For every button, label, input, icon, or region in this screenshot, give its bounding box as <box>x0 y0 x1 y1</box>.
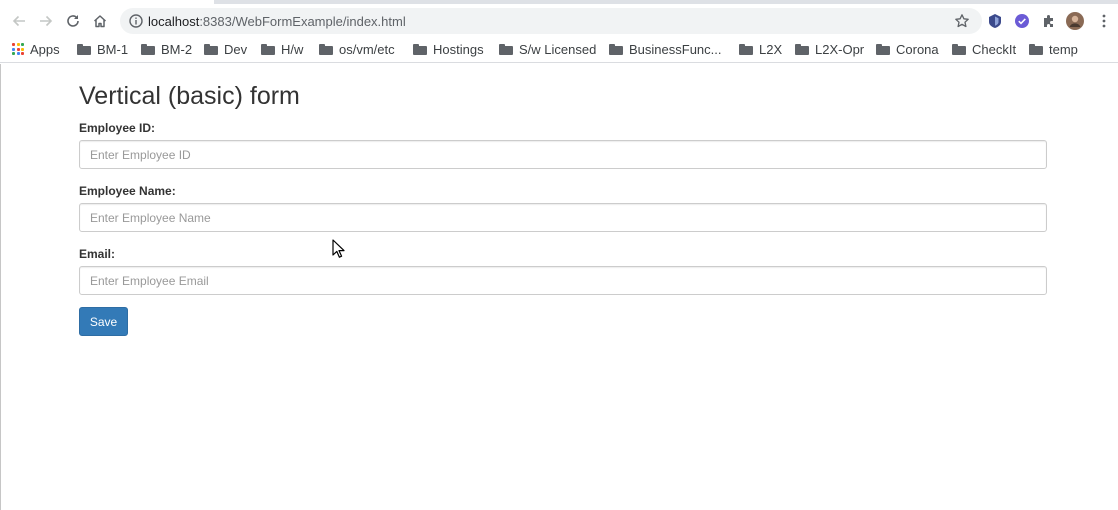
page-content: Vertical (basic) form Employee ID: Emplo… <box>0 64 1118 510</box>
email-input[interactable] <box>79 266 1047 295</box>
home-icon[interactable] <box>88 9 112 33</box>
bookmark-apps[interactable]: Apps <box>12 40 60 58</box>
bookmark-folder[interactable]: Dev <box>204 40 247 58</box>
bookmark-folder[interactable]: BusinessFunc... <box>609 40 722 58</box>
folder-icon <box>204 43 218 55</box>
email-label: Email: <box>79 247 116 261</box>
bookmark-folder[interactable]: L2X <box>739 40 782 58</box>
employee-name-input[interactable] <box>79 203 1047 232</box>
employee-name-label: Employee Name: <box>79 184 176 198</box>
bookmark-label: Corona <box>896 41 939 57</box>
url-text: localhost:8383/WebFormExample/index.html <box>148 14 406 29</box>
employee-id-label: Employee ID: <box>79 121 156 135</box>
bookmark-folder[interactable]: L2X-Opr <box>795 40 864 58</box>
extension-shield-icon[interactable] <box>986 12 1004 30</box>
forward-arrow-icon[interactable] <box>34 9 58 33</box>
bookmark-label: CheckIt <box>972 41 1017 57</box>
employee-id-input[interactable] <box>79 140 1047 169</box>
address-bar[interactable]: localhost:8383/WebFormExample/index.html <box>120 8 982 34</box>
bookmark-folder[interactable]: BM-2 <box>141 40 192 58</box>
bookmark-folder[interactable]: temp <box>1029 40 1078 58</box>
mouse-pointer-icon <box>332 239 345 258</box>
folder-icon <box>795 43 809 55</box>
site-info-icon[interactable] <box>128 13 144 29</box>
folder-icon <box>952 43 966 55</box>
bookmarks-bar: Apps BM-1 BM-2 Dev H/w os/vm/etc Hosting… <box>0 35 1118 63</box>
bookmark-label: BM-2 <box>161 41 193 57</box>
folder-icon <box>499 43 513 55</box>
folder-icon <box>261 43 275 55</box>
folder-icon <box>609 43 623 55</box>
browser-toolbar: localhost:8383/WebFormExample/index.html <box>0 6 1118 35</box>
bookmark-label: Hostings <box>433 41 484 57</box>
more-menu-icon[interactable] <box>1095 12 1113 30</box>
bookmark-folder[interactable]: Hostings <box>413 40 484 58</box>
bookmark-label: Apps <box>30 41 60 57</box>
folder-icon <box>141 43 155 55</box>
bookmark-star-icon[interactable] <box>954 13 970 29</box>
bookmark-label: BM-1 <box>97 41 129 57</box>
reload-icon[interactable] <box>61 9 85 33</box>
url-host: localhost <box>148 14 200 29</box>
folder-icon <box>413 43 427 55</box>
bookmark-label: BusinessFunc... <box>629 41 722 57</box>
bookmark-folder[interactable]: os/vm/etc <box>319 40 395 58</box>
page-title: Vertical (basic) form <box>79 82 300 110</box>
bookmark-label: S/w Licensed <box>519 41 597 57</box>
bookmark-folder[interactable]: Corona <box>876 40 939 58</box>
bookmark-label: os/vm/etc <box>339 41 395 57</box>
bookmark-folder[interactable]: H/w <box>261 40 303 58</box>
extension-check-icon[interactable] <box>1013 12 1031 30</box>
url-path: :8383/WebFormExample/index.html <box>199 14 406 29</box>
bookmark-folder[interactable]: CheckIt <box>952 40 1016 58</box>
bookmark-label: L2X-Opr <box>815 41 865 57</box>
apps-grid-icon <box>12 43 24 55</box>
extensions-puzzle-icon[interactable] <box>1040 12 1058 30</box>
folder-icon <box>876 43 890 55</box>
bookmark-folder[interactable]: BM-1 <box>77 40 128 58</box>
folder-icon <box>1029 43 1043 55</box>
bookmark-label: H/w <box>281 41 304 57</box>
bookmark-folder[interactable]: S/w Licensed <box>499 40 596 58</box>
back-arrow-icon[interactable] <box>7 9 31 33</box>
bookmark-label: temp <box>1049 41 1078 57</box>
folder-icon <box>739 43 753 55</box>
folder-icon <box>77 43 91 55</box>
profile-avatar[interactable] <box>1066 12 1084 30</box>
bookmark-label: Dev <box>224 41 248 57</box>
folder-icon <box>319 43 333 55</box>
save-button[interactable]: Save <box>79 307 128 336</box>
bookmark-label: L2X <box>759 41 783 57</box>
